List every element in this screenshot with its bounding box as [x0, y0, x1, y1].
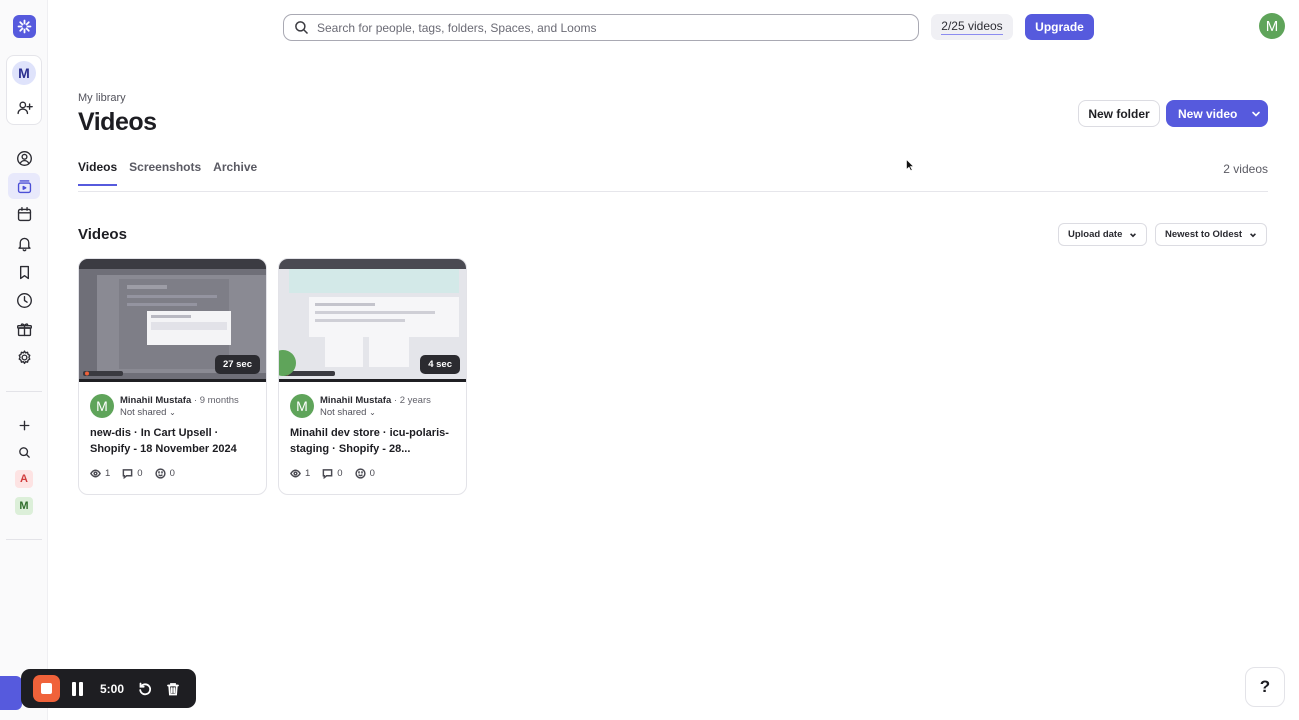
sharing-status: Not shared	[320, 407, 367, 418]
author-line: Minahil Mustafa · 2 years	[320, 395, 431, 406]
comment-icon	[322, 469, 333, 479]
video-stats: 1 0 0	[90, 468, 175, 479]
tab-videos[interactable]: Videos	[78, 160, 118, 186]
reaction-smiley-icon	[354, 468, 366, 479]
video-age: 2 years	[399, 395, 431, 406]
delete-recording-button[interactable]	[166, 682, 180, 696]
stop-recording-button[interactable]	[33, 675, 60, 702]
video-card[interactable]: 27 sec M Minahil Mustafa · 9 months Not …	[78, 258, 267, 495]
new-folder-button[interactable]: New folder	[1078, 100, 1160, 127]
chevron-down-icon: ⌄	[169, 408, 176, 417]
comment-count: 0	[137, 468, 143, 479]
sidebar: M A M	[0, 0, 48, 720]
sharing-status: Not shared	[120, 407, 167, 418]
trash-icon	[167, 682, 179, 695]
sidebar-divider	[6, 539, 42, 540]
add-space-plus-icon[interactable]	[14, 415, 34, 435]
search-spaces-icon[interactable]	[14, 442, 34, 462]
calendar-icon[interactable]	[14, 204, 34, 224]
page-title: Videos	[78, 108, 157, 136]
video-quota-label: 2/25 videos	[941, 19, 1003, 35]
video-count: 2 videos	[1223, 162, 1268, 176]
new-video-button[interactable]: New video	[1166, 100, 1268, 127]
workspace-avatar[interactable]: M	[12, 61, 36, 85]
author-avatar[interactable]: M	[290, 394, 314, 418]
settings-gear-icon[interactable]	[14, 347, 34, 367]
sort-field-dropdown[interactable]: Upload date	[1058, 223, 1148, 246]
comment-count: 0	[337, 468, 343, 479]
video-title[interactable]: Minahil dev store · icu-polaris-staging …	[290, 425, 458, 457]
help-button[interactable]: ?	[1245, 667, 1285, 707]
video-duration-badge: 27 sec	[214, 355, 260, 374]
reaction-smiley-icon	[154, 468, 166, 479]
breadcrumb[interactable]: My library	[78, 92, 126, 104]
library-tabs: Videos Screenshots Archive	[78, 160, 257, 186]
video-title[interactable]: new-dis · In Cart Upsell · Shopify - 18 …	[90, 425, 258, 457]
bookmark-icon[interactable]	[14, 262, 34, 282]
section-title: Videos	[78, 226, 127, 243]
recording-controls: 5:00	[21, 669, 196, 708]
video-card[interactable]: 4 sec M Minahil Mustafa · 2 years Not sh…	[278, 258, 467, 495]
chevron-down-icon	[1130, 232, 1137, 237]
chevron-down-icon	[1250, 232, 1257, 237]
pause-recording-button[interactable]	[72, 681, 86, 696]
space-badge-m[interactable]: M	[15, 497, 33, 515]
video-stats: 1 0 0	[290, 468, 375, 479]
view-count: 1	[105, 468, 111, 479]
upgrade-button[interactable]: Upgrade	[1025, 14, 1094, 40]
video-duration-badge: 4 sec	[420, 355, 460, 374]
invite-people-icon[interactable]	[14, 97, 34, 117]
tab-screenshots[interactable]: Screenshots	[129, 160, 201, 186]
notifications-bell-icon[interactable]	[14, 233, 34, 253]
user-avatar[interactable]: M	[1259, 13, 1285, 39]
new-video-label: New video	[1178, 106, 1238, 121]
sharing-dropdown[interactable]: Not shared ⌄	[120, 407, 176, 418]
loom-logo-icon[interactable]	[13, 15, 36, 38]
gift-icon[interactable]	[14, 319, 34, 339]
library-icon[interactable]	[8, 173, 40, 199]
chevron-down-icon: ⌄	[369, 408, 376, 417]
author-avatar[interactable]: M	[90, 394, 114, 418]
video-thumbnail[interactable]: 27 sec	[79, 259, 266, 382]
sharing-dropdown[interactable]: Not shared ⌄	[320, 407, 376, 418]
video-thumbnail[interactable]: 4 sec	[279, 259, 466, 382]
author-name[interactable]: Minahil Mustafa	[120, 395, 191, 406]
sidebar-divider	[6, 391, 42, 392]
search-icon	[295, 21, 309, 35]
stop-icon	[41, 683, 52, 694]
sort-order-label: Newest to Oldest	[1165, 229, 1243, 240]
view-count: 1	[305, 468, 311, 479]
history-clock-icon[interactable]	[14, 290, 34, 310]
author-name[interactable]: Minahil Mustafa	[320, 395, 391, 406]
video-quota-indicator[interactable]: 2/25 videos	[931, 14, 1013, 40]
reaction-count: 0	[369, 468, 375, 479]
mouse-cursor-icon	[906, 159, 914, 171]
sort-order-dropdown[interactable]: Newest to Oldest	[1155, 223, 1268, 246]
recording-timer: 5:00	[100, 681, 125, 696]
video-age: 9 months	[199, 395, 239, 406]
comment-icon	[122, 469, 133, 479]
chevron-down-icon[interactable]	[1251, 109, 1261, 119]
tabs-divider	[78, 191, 1268, 192]
sort-field-label: Upload date	[1068, 229, 1123, 240]
reaction-count: 0	[169, 468, 175, 479]
restart-icon	[139, 682, 152, 695]
author-line: Minahil Mustafa · 9 months	[120, 395, 239, 406]
tab-archive[interactable]: Archive	[213, 160, 257, 186]
eye-icon	[290, 469, 301, 478]
profile-icon[interactable]	[14, 148, 34, 168]
search-bar[interactable]	[283, 14, 919, 41]
eye-icon	[90, 469, 101, 478]
space-badge-a[interactable]: A	[15, 470, 33, 488]
recorder-camera-tab[interactable]	[0, 676, 22, 710]
search-input[interactable]	[317, 20, 897, 35]
restart-recording-button[interactable]	[138, 682, 152, 696]
